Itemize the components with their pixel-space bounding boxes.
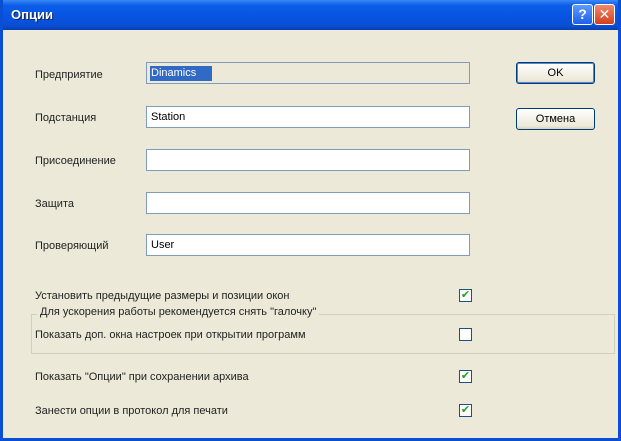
title-bar[interactable]: Опции ? ✕ — [3, 0, 618, 30]
help-button[interactable]: ? — [572, 4, 593, 25]
protection-input[interactable] — [146, 192, 470, 214]
substation-input[interactable] — [146, 106, 470, 128]
connection-input[interactable] — [146, 149, 470, 171]
show-settings-windows-checkbox[interactable] — [459, 328, 472, 341]
add-options-to-print-label: Занести опции в протокол для печати — [35, 405, 228, 417]
groupbox-legend: Для ускорения работы рекомендуется снять… — [37, 306, 320, 318]
restore-windows-checkbox[interactable]: ✔ — [459, 289, 472, 302]
close-button[interactable]: ✕ — [594, 4, 615, 25]
protection-label: Защита — [35, 198, 74, 210]
show-options-on-save-label: Показать "Опции" при сохранении архива — [35, 371, 249, 383]
inspector-input[interactable] — [146, 234, 470, 256]
add-options-to-print-checkbox[interactable]: ✔ — [459, 404, 472, 417]
enterprise-input[interactable] — [146, 62, 470, 84]
show-settings-windows-label: Показать доп. окна настроек при открытии… — [35, 329, 306, 341]
ok-button[interactable]: OK — [516, 62, 595, 84]
show-options-on-save-checkbox[interactable]: ✔ — [459, 370, 472, 383]
enterprise-label: Предприятие — [35, 69, 103, 81]
connection-label: Присоединение — [35, 155, 116, 167]
window-title: Опции — [11, 7, 53, 22]
cancel-button[interactable]: Отмена — [516, 108, 595, 130]
inspector-label: Проверяющий — [35, 240, 109, 252]
restore-windows-label: Установить предыдущие размеры и позиции … — [35, 290, 290, 302]
options-dialog: Опции ? ✕ Предприятие Подстанция Присоед… — [0, 0, 621, 441]
substation-label: Подстанция — [35, 112, 97, 124]
